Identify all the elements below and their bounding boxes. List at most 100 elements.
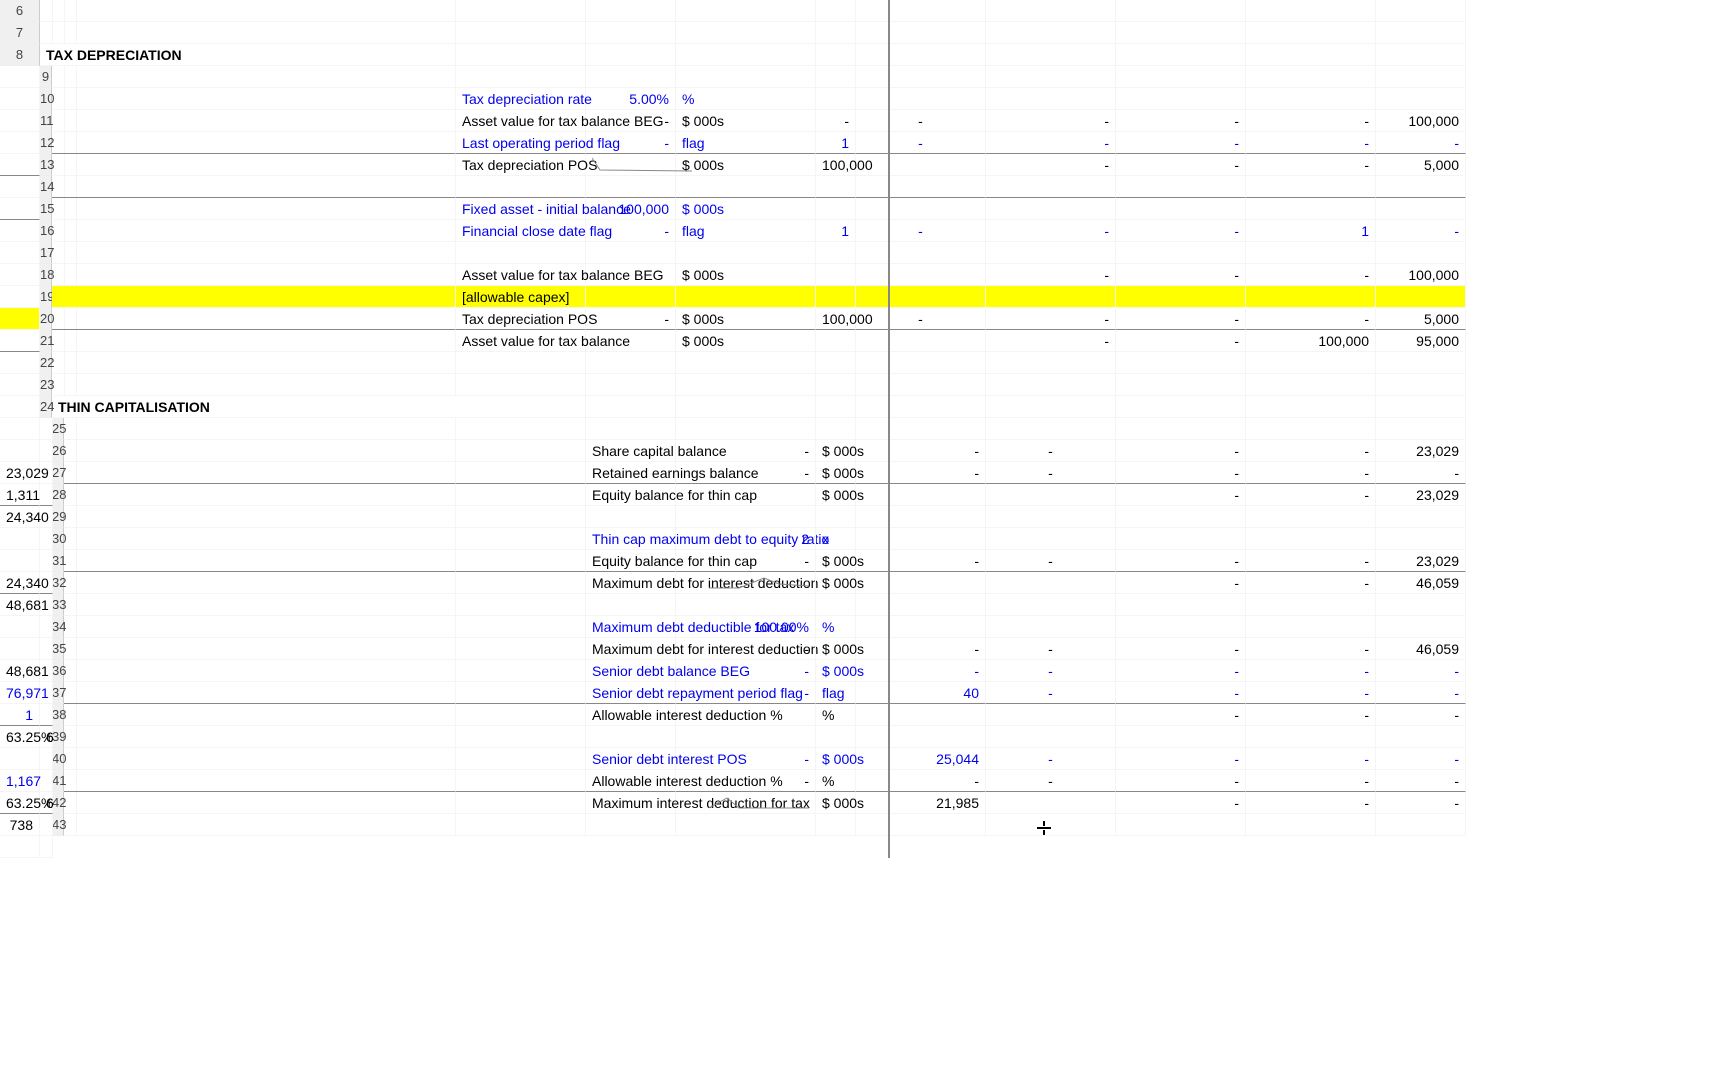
cell-empty[interactable] [0,352,40,374]
cell-value[interactable]: Asset value for tax balance [456,330,586,352]
cell-empty[interactable] [986,572,1116,594]
cell-value[interactable]: - [1376,132,1466,154]
cell-empty[interactable] [76,748,456,770]
cell-empty[interactable] [456,726,586,748]
cell-empty[interactable] [40,638,53,660]
cell-empty[interactable] [586,242,676,264]
cell-value[interactable]: % [676,88,816,110]
cell-value[interactable]: 63.25% [0,726,40,748]
cell-empty[interactable] [1376,22,1466,44]
cell-empty[interactable] [856,88,986,110]
cell-empty[interactable] [816,264,856,286]
cell-empty[interactable] [76,242,456,264]
cell-empty[interactable] [816,66,856,88]
cell-empty[interactable] [1376,374,1466,396]
cell-value[interactable]: - [1246,110,1376,132]
row-header[interactable]: 28 [52,484,64,506]
cell-empty[interactable] [1116,352,1246,374]
cell-empty[interactable] [856,22,986,44]
cell-value[interactable]: 76,971 [0,682,40,704]
cell-value[interactable]: - [676,682,816,704]
row-header[interactable]: 21 [40,330,52,352]
cell-value[interactable]: - [816,110,856,132]
cell-empty[interactable] [1116,396,1246,418]
cell-empty[interactable] [1246,242,1376,264]
cell-empty[interactable] [816,22,856,44]
cell-value[interactable]: - [856,462,986,484]
cell-empty[interactable] [456,374,586,396]
cell-empty[interactable] [1246,594,1376,616]
cell-empty[interactable] [76,132,456,154]
cell-empty[interactable] [816,726,856,748]
cell-empty[interactable] [586,66,676,88]
row-header[interactable]: 23 [40,374,52,396]
cell-empty[interactable] [76,814,456,836]
cell-value[interactable]: Equity balance for thin cap [586,484,676,506]
cell-value[interactable]: - [1246,792,1376,814]
cell-empty[interactable] [76,418,456,440]
cell-empty[interactable] [816,88,856,110]
cell-empty[interactable] [816,374,856,396]
cell-empty[interactable] [456,682,586,704]
cell-empty[interactable] [1376,396,1466,418]
cell-empty[interactable] [76,616,456,638]
spreadsheet-grid[interactable]: 678TAX DEPRECIATION910Tax depreciation r… [0,0,1732,858]
cell-value[interactable]: 6 [40,726,53,748]
row-header[interactable]: 30 [52,528,64,550]
cell-value[interactable]: - [1246,660,1376,682]
cell-value[interactable]: Maximum debt for interest deduction [586,638,676,660]
cell-empty[interactable] [586,506,676,528]
cell-empty[interactable] [456,770,586,792]
cell-empty[interactable] [856,176,986,198]
row-header[interactable]: 32 [52,572,64,594]
row-header[interactable]: 18 [40,264,52,286]
cell-value[interactable]: - [1116,792,1246,814]
cell-value[interactable]: Fixed asset - initial balance [456,198,586,220]
cell-empty[interactable] [856,352,986,374]
cell-empty[interactable] [856,374,986,396]
cell-empty[interactable] [40,660,53,682]
cell-value[interactable]: % [816,704,856,726]
cell-empty[interactable] [1376,352,1466,374]
cell-value[interactable]: - [1246,132,1376,154]
cell-value[interactable]: flag [676,132,816,154]
cell-value[interactable]: - [586,132,676,154]
cell-value[interactable]: - [1246,704,1376,726]
cell-empty[interactable] [856,594,986,616]
cell-value[interactable]: 100,000 [586,198,676,220]
cell-empty[interactable] [0,110,40,132]
cell-empty[interactable] [456,22,586,44]
cell-value[interactable]: - [1116,484,1246,506]
cell-empty[interactable] [76,0,456,22]
cell-value[interactable]: - [1116,704,1246,726]
cell-empty[interactable] [676,22,816,44]
cell-empty[interactable] [40,836,53,858]
cell-empty[interactable] [76,726,456,748]
cell-empty[interactable] [986,726,1116,748]
cell-empty[interactable] [456,704,586,726]
cell-value[interactable]: - [1246,550,1376,572]
cell-value[interactable]: - [1116,264,1246,286]
row-header[interactable]: 14 [40,176,52,198]
cell-empty[interactable] [816,418,856,440]
row-header[interactable]: 38 [52,704,64,726]
row-header[interactable]: 20 [40,308,52,330]
cell-empty[interactable] [856,330,986,352]
cell-empty[interactable] [856,704,986,726]
cell-value[interactable]: - [1116,462,1246,484]
cell-empty[interactable] [76,550,456,572]
cell-empty[interactable] [0,374,40,396]
cell-empty[interactable] [1376,198,1466,220]
cell-empty[interactable] [586,286,676,308]
cell-value[interactable]: - [1116,132,1246,154]
cell-empty[interactable] [76,638,456,660]
row-header[interactable]: 24 [40,396,52,418]
cell-empty[interactable] [1376,286,1466,308]
cell-value[interactable]: - [1246,770,1376,792]
cell-empty[interactable] [986,0,1116,22]
cell-empty[interactable] [1116,22,1246,44]
cell-value[interactable]: - [856,550,986,572]
cell-value[interactable]: 5,000 [1376,154,1466,176]
cell-empty[interactable] [76,594,456,616]
cell-value[interactable]: - [676,660,816,682]
